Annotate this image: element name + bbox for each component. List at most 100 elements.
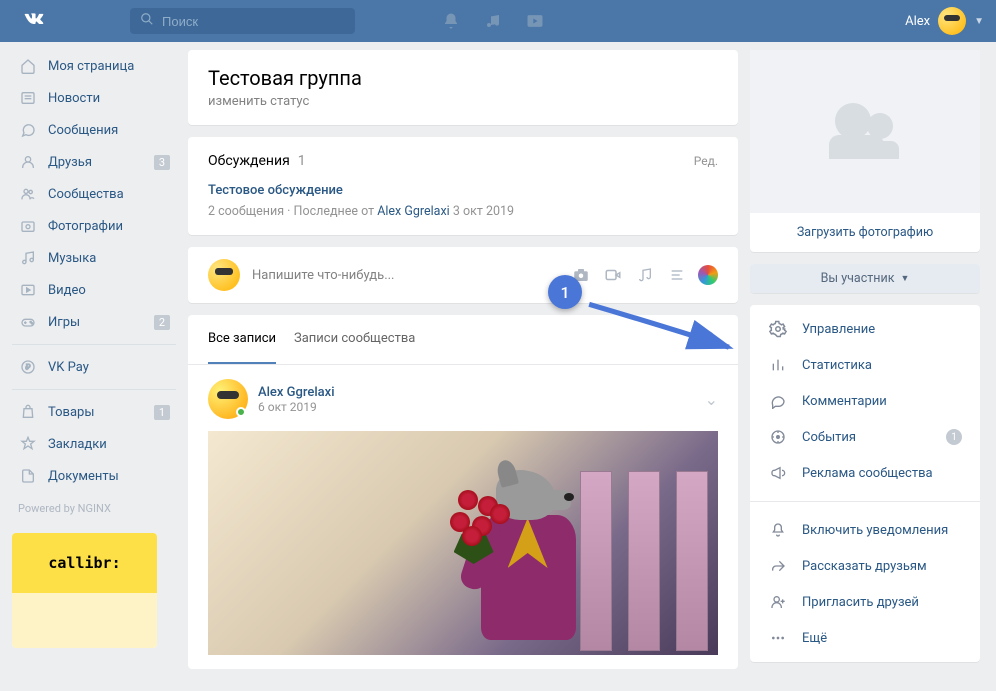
disc-msg-count: 2 сообщения	[208, 204, 284, 219]
music-icon[interactable]	[482, 10, 504, 32]
discussions-card: Обсуждения 1 Ред. Тестовое обсуждение 2 …	[188, 137, 738, 235]
discussions-title[interactable]: Обсуждения	[208, 153, 290, 169]
aside-more[interactable]: Ещё	[750, 620, 980, 656]
post-author-link[interactable]: Alex Ggrelaxi	[258, 385, 335, 400]
nav-vkpay[interactable]: ₽ VK Pay	[12, 351, 176, 383]
nav-label: Новости	[48, 91, 100, 106]
nav-video[interactable]: Видео	[12, 274, 176, 306]
nav-friends[interactable]: Друзья 3	[12, 146, 176, 178]
aside-label: Включить уведомления	[802, 523, 948, 538]
aside-comments[interactable]: Комментарии	[750, 383, 980, 419]
nav-label: Фотографии	[48, 219, 123, 234]
nav-label: Игры	[48, 315, 80, 330]
discussions-edit[interactable]: Ред.	[694, 154, 718, 168]
aside-invite[interactable]: Пригласить друзей	[750, 584, 980, 620]
aside-ads[interactable]: Реклама сообщества	[750, 455, 980, 491]
svg-text:₽: ₽	[26, 363, 31, 372]
aside-stats[interactable]: Статистика	[750, 347, 980, 383]
nav-news[interactable]: Новости	[12, 82, 176, 114]
more-icon	[768, 628, 788, 648]
search-input[interactable]	[162, 14, 345, 29]
nav-games[interactable]: Игры 2	[12, 306, 176, 338]
market-icon	[18, 402, 38, 422]
aside-events[interactable]: События 1	[750, 419, 980, 455]
header: Alex ▼	[0, 0, 996, 42]
post-composer[interactable]: Напишите что-нибудь...	[188, 247, 738, 303]
aside-label: Рассказать друзьям	[802, 559, 927, 574]
composer-avatar-icon	[208, 259, 240, 291]
post-header: Alex Ggrelaxi 6 окт 2019 ⌄	[208, 379, 718, 419]
event-icon	[768, 427, 788, 447]
post-avatar-icon[interactable]	[208, 379, 248, 419]
aside: Загрузить фотографию Вы участник ▼ Управ…	[750, 50, 980, 674]
aside-label: События	[802, 430, 856, 445]
video-play-icon[interactable]	[524, 10, 546, 32]
aside-share[interactable]: Рассказать друзьям	[750, 548, 980, 584]
chevron-down-icon: ▼	[900, 273, 909, 284]
wall-search-icon[interactable]	[702, 330, 718, 350]
upload-photo-link[interactable]: Загрузить фотографию	[750, 212, 980, 252]
nav-label: VK Pay	[48, 360, 89, 375]
aside-badge: 1	[946, 429, 962, 445]
comment-icon	[768, 391, 788, 411]
group-cover-box: Загрузить фотографию	[750, 50, 980, 252]
aside-notifications[interactable]: Включить уведомления	[750, 512, 980, 548]
aside-label: Статистика	[802, 358, 872, 373]
post-image[interactable]	[208, 431, 718, 655]
post-more-icon[interactable]: ⌄	[705, 390, 718, 409]
composer-input[interactable]: Напишите что-нибудь...	[252, 268, 570, 283]
bookmark-icon	[18, 434, 38, 454]
member-button[interactable]: Вы участник ▼	[750, 264, 980, 293]
nav-photos[interactable]: Фотографии	[12, 210, 176, 242]
user-menu[interactable]: Alex ▼	[905, 7, 984, 35]
discussions-header: Обсуждения 1 Ред.	[208, 153, 718, 169]
group-cover-placeholder[interactable]	[750, 50, 980, 212]
tab-all-posts[interactable]: Все записи	[208, 315, 276, 364]
music-attach-icon[interactable]	[634, 264, 656, 286]
notifications-icon[interactable]	[440, 10, 462, 32]
nav-label: Друзья	[48, 155, 92, 170]
ad-title: callibr:	[12, 533, 157, 593]
article-icon[interactable]	[666, 264, 688, 286]
news-icon	[18, 88, 38, 108]
nav-bookmarks[interactable]: Закладки	[12, 428, 176, 460]
discussion-topic-link[interactable]: Тестовое обсуждение	[208, 183, 718, 198]
nav-groups[interactable]: Сообщества	[12, 178, 176, 210]
ad-block[interactable]: callibr:	[12, 533, 157, 648]
friends-icon	[18, 152, 38, 172]
manage-menu-box: Управление Статистика Комментарии Событи…	[750, 305, 980, 662]
groups-icon	[18, 184, 38, 204]
member-label: Вы участник	[821, 271, 895, 286]
group-placeholder-icon	[825, 103, 905, 159]
sidebar: Моя страница Новости Сообщения Друзья 3 С…	[12, 50, 176, 674]
bell-icon	[768, 520, 788, 540]
nav-badge: 3	[154, 155, 170, 170]
nav-badge: 2	[154, 315, 170, 330]
disc-author-link[interactable]: Alex Ggrelaxi	[377, 204, 450, 219]
tab-community-posts[interactable]: Записи сообщества	[294, 315, 415, 364]
nav-docs[interactable]: Документы	[12, 460, 176, 492]
post-date[interactable]: 6 окт 2019	[258, 400, 335, 414]
nav-separator	[12, 389, 176, 390]
nav-separator	[12, 344, 176, 345]
aside-manage[interactable]: Управление	[750, 311, 980, 347]
video-nav-icon	[18, 280, 38, 300]
nav-market[interactable]: Товары1	[12, 396, 176, 428]
nav-music[interactable]: Музыка	[12, 242, 176, 274]
wall-post: Alex Ggrelaxi 6 окт 2019 ⌄	[188, 365, 738, 669]
vk-logo-icon[interactable]	[12, 5, 48, 37]
nav-messages[interactable]: Сообщения	[12, 114, 176, 146]
group-status[interactable]: изменить статус	[208, 94, 718, 109]
poster-icon[interactable]	[698, 265, 718, 285]
aside-separator	[750, 501, 980, 502]
video-icon[interactable]	[602, 264, 624, 286]
invite-icon	[768, 592, 788, 612]
header-icons	[440, 10, 546, 32]
nav-label: Видео	[48, 283, 86, 298]
chevron-down-icon: ▼	[974, 16, 984, 27]
nav-my-page[interactable]: Моя страница	[12, 50, 176, 82]
powered-by: Powered by NGINX	[12, 492, 176, 525]
search-wrap[interactable]	[130, 8, 355, 34]
nav-label: Сообщества	[48, 187, 124, 202]
nav-label: Документы	[48, 469, 119, 484]
